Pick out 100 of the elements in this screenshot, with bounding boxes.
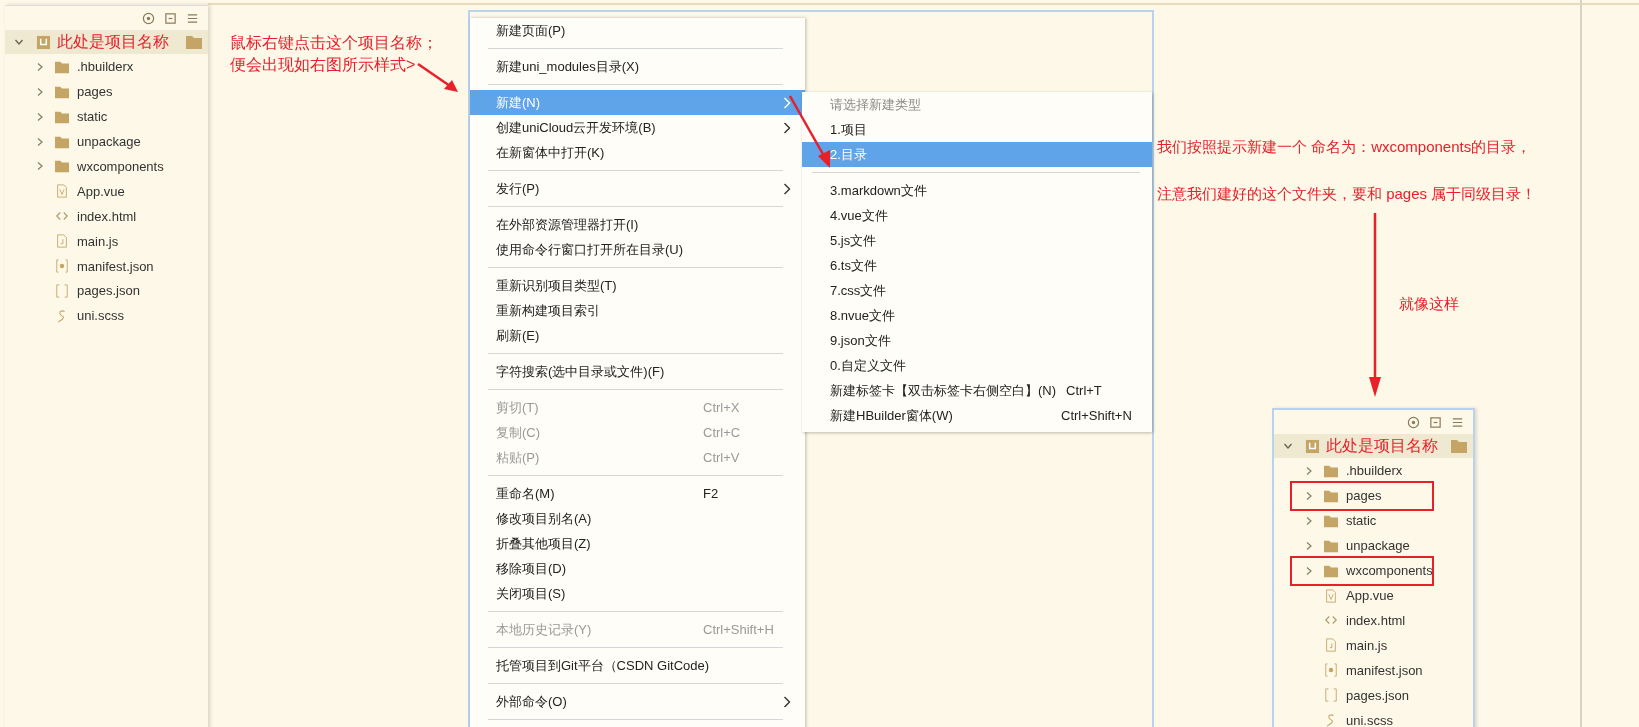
collapse-icon[interactable] <box>1429 415 1442 429</box>
tree-item[interactable]: App.vue <box>5 179 208 204</box>
tree-item[interactable]: index.html <box>1274 608 1473 633</box>
tree-item[interactable]: manifest.json <box>5 254 208 278</box>
tree-item[interactable]: .hbuilderx <box>5 54 208 79</box>
tree-item-label: .hbuilderx <box>1346 463 1403 479</box>
chevron-icon[interactable] <box>1304 540 1314 551</box>
annotation-text: 便会出现如右图所示样式> <box>230 55 417 75</box>
tree-item[interactable]: .hbuilderx <box>1274 458 1473 483</box>
project-root-row[interactable]: 此处是项目名称 <box>5 30 208 54</box>
tree-item-label: main.js <box>77 233 119 249</box>
menu-item[interactable]: 0.自定义文件 <box>802 353 1152 378</box>
tree-item[interactable]: uni.scss <box>1274 708 1473 727</box>
project-root-row[interactable]: 此处是项目名称 <box>1274 434 1473 458</box>
tree-item-label: manifest.json <box>1346 662 1423 678</box>
menu-item[interactable]: 新建页面(P) <box>470 18 805 43</box>
tree-item-label: App.vue <box>77 183 125 199</box>
chevron-icon[interactable] <box>1304 515 1314 526</box>
menu-item[interactable]: 在外部资源管理器打开(I) <box>470 212 805 237</box>
tree-item[interactable]: unpackage <box>1274 533 1473 558</box>
menu-item[interactable]: 4.vue文件 <box>802 203 1152 228</box>
menu-item[interactable]: 重新构建项目索引 <box>470 298 805 323</box>
menu-item[interactable]: 在新窗体中打开(K) <box>470 140 805 165</box>
menu-item[interactable]: 发行(P) <box>470 176 805 201</box>
chevron-icon[interactable] <box>1304 490 1314 501</box>
folder-icon <box>55 59 69 74</box>
chevron-icon[interactable] <box>35 86 45 97</box>
annotation-text: 就像这样 <box>1399 295 1459 314</box>
tree-item[interactable]: manifest.json <box>1274 658 1473 683</box>
menu-item[interactable]: 8.nvue文件 <box>802 303 1152 328</box>
menu-item[interactable]: 移除项目(D) <box>470 556 805 581</box>
project-icon <box>36 34 51 50</box>
tree-item[interactable]: pages <box>1290 480 1434 511</box>
settings-file-icon <box>55 259 69 273</box>
menu-item[interactable]: 新建uni_modules目录(X) <box>470 54 805 79</box>
tree-item-label: App.vue <box>1346 588 1394 604</box>
tree-item[interactable]: wxcomponents <box>1290 555 1434 586</box>
tree-item-label: pages <box>77 84 113 100</box>
chevron-icon[interactable] <box>35 111 45 122</box>
js-file-icon <box>1324 638 1338 653</box>
tree-item-label: unpackage <box>1346 538 1410 554</box>
tree-item-label: manifest.json <box>77 258 154 274</box>
chevron-icon[interactable] <box>35 61 45 72</box>
annotation-text: 我们按照提示新建一个 命名为：wxcomponents的目录， <box>1157 137 1533 157</box>
chevron-icon[interactable] <box>35 136 45 147</box>
menu-item[interactable]: 字符搜索(选中目录或文件)(F) <box>470 359 805 384</box>
menu-item[interactable]: 创建uniCloud云开发环境(B) <box>470 115 805 140</box>
tree-item-label: wxcomponents <box>1346 563 1433 579</box>
brackets-icon <box>1324 688 1338 703</box>
folder-icon <box>1451 439 1467 453</box>
menu-item[interactable]: 重新识别项目类型(T) <box>470 273 805 298</box>
menu-item[interactable]: 9.json文件 <box>802 328 1152 353</box>
menu-item[interactable]: 3.markdown文件 <box>802 178 1152 203</box>
menu-item[interactable]: 5.js文件 <box>802 228 1152 253</box>
folder-icon <box>55 134 69 149</box>
chevron-icon[interactable] <box>1283 441 1293 451</box>
chevron-icon[interactable] <box>1304 465 1314 476</box>
menu-item[interactable]: 折叠其他项目(Z) <box>470 531 805 556</box>
menu-item[interactable]: 重命名(M) F2 <box>470 481 805 506</box>
tree-item-label: index.html <box>77 208 137 224</box>
tree-item[interactable]: index.html <box>5 204 208 229</box>
tree-item-label: unpackage <box>77 134 141 150</box>
tree-item[interactable]: pages.json <box>1274 683 1473 708</box>
tree-item[interactable]: main.js <box>1274 633 1473 658</box>
tree-item[interactable]: main.js <box>5 229 208 254</box>
tree-item[interactable]: wxcomponents <box>5 154 208 179</box>
menu-icon[interactable] <box>186 11 199 25</box>
tree-item[interactable]: pages.json <box>5 278 208 303</box>
tree-item[interactable]: static <box>1274 508 1473 533</box>
menu-item[interactable]: 关闭项目(S) <box>470 581 805 606</box>
menu-icon[interactable] <box>1451 415 1464 429</box>
tree-item[interactable]: pages <box>5 79 208 104</box>
menu-item[interactable]: 新建标签卡【双击标签卡右侧空白】(N) Ctrl+T <box>802 378 1152 403</box>
menu-item[interactable]: 7.css文件 <box>802 278 1152 303</box>
vue-file-icon <box>1324 588 1338 603</box>
menu-item[interactable]: 修改项目别名(A) <box>470 506 805 531</box>
tree-item[interactable]: unpackage <box>5 129 208 154</box>
chevron-icon[interactable] <box>35 161 45 172</box>
folder-icon <box>55 109 69 124</box>
annotation-arrow <box>416 62 460 94</box>
menu-item[interactable]: 外部命令(O) <box>470 689 805 714</box>
menu-item[interactable]: 6.ts文件 <box>802 253 1152 278</box>
locate-icon[interactable] <box>1407 415 1420 429</box>
menu-item[interactable]: 使用命令行窗口打开所在目录(U) <box>470 237 805 262</box>
project-icon <box>1305 438 1320 454</box>
menu-header: 请选择新建类型 <box>829 95 922 114</box>
menu-item[interactable]: 1.项目 <box>802 117 1152 142</box>
folder-icon <box>55 84 69 99</box>
tree-item[interactable]: App.vue <box>1274 583 1473 608</box>
menu-item[interactable]: 托管项目到Git平台（CSDN GitCode) <box>470 653 805 678</box>
tree-item-label: uni.scss <box>1346 712 1393 727</box>
collapse-icon[interactable] <box>164 11 177 25</box>
tree-item[interactable]: uni.scss <box>5 303 208 328</box>
brackets-icon <box>55 283 69 298</box>
locate-icon[interactable] <box>142 11 155 25</box>
menu-item[interactable]: 刷新(E) <box>470 323 805 348</box>
chevron-icon[interactable] <box>1304 565 1314 576</box>
tree-item[interactable]: static <box>5 104 208 129</box>
chevron-icon[interactable] <box>14 37 24 47</box>
menu-item[interactable]: 新建HBuilder窗体(W) Ctrl+Shift+N <box>802 403 1152 428</box>
